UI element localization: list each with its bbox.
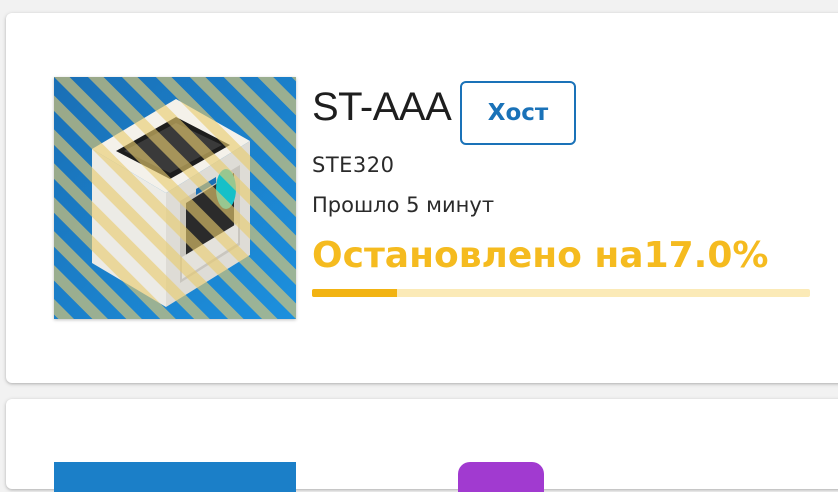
- printer-image: [54, 462, 296, 492]
- printer-model: STE320: [312, 153, 395, 177]
- print-status: Остановлено на17.0%: [312, 235, 768, 276]
- elapsed-time: Прошло 5 минут: [312, 193, 495, 217]
- 3d-printer-image-icon: [54, 77, 296, 319]
- printer-card[interactable]: [6, 399, 838, 492]
- role-host-button[interactable]: Хост: [460, 81, 576, 145]
- status-text: Остановлено на: [312, 235, 644, 276]
- printer-image: [54, 77, 296, 319]
- status-percent: 17.0%: [643, 235, 769, 276]
- printer-card[interactable]: ST-AAA Хост STE320 Прошло 5 минут Остано…: [6, 13, 838, 383]
- printer-name: ST-AAA: [312, 85, 452, 129]
- progress-bar: [312, 289, 810, 297]
- progress-fill: [312, 289, 397, 297]
- role-badge: [458, 462, 544, 492]
